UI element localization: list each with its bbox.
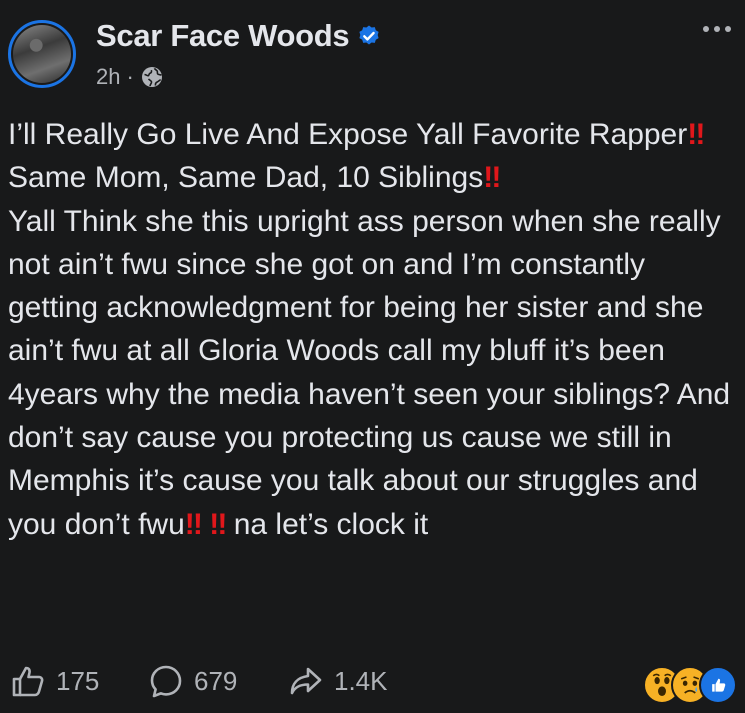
post-text-segment: [201, 508, 209, 541]
post-meta: 2h ·: [96, 64, 164, 90]
comment-icon: [150, 665, 182, 698]
more-dot: [703, 26, 709, 32]
double-exclamation-emoji: ‼: [209, 507, 227, 541]
author-name[interactable]: Scar Face Woods: [96, 18, 350, 54]
author-name-row: Scar Face Woods: [96, 18, 381, 54]
like-reaction-icon: [699, 666, 737, 704]
post-time[interactable]: 2h: [96, 64, 120, 90]
reaction-summary[interactable]: [643, 666, 737, 704]
like-count: 175: [56, 665, 100, 696]
double-exclamation-emoji: ‼: [687, 118, 705, 151]
more-dot: [714, 26, 720, 32]
post-text-segment: I’ll Really Go Live And Expose Yall Favo…: [8, 118, 688, 151]
more-options-button[interactable]: [703, 26, 731, 32]
post-text-segment: na let’s clock it: [225, 507, 429, 541]
profile-photo: [13, 25, 71, 83]
avatar[interactable]: [8, 20, 76, 88]
action-bar: 175 679 1.4K: [0, 655, 745, 707]
post-body: I’ll Really Go Live And Expose Yall Favo…: [8, 113, 733, 546]
double-exclamation-emoji: ‼: [184, 507, 203, 541]
verified-badge-icon: [359, 25, 379, 45]
share-button[interactable]: 1.4K: [288, 663, 388, 699]
comment-count: 679: [194, 665, 238, 696]
meta-separator: ·: [126, 64, 134, 89]
share-count: 1.4K: [334, 665, 388, 696]
like-button[interactable]: 175: [10, 663, 99, 699]
globe-icon[interactable]: [140, 65, 164, 89]
more-dot: [725, 26, 731, 32]
share-icon: [290, 667, 322, 695]
thumbs-up-icon: [12, 666, 44, 697]
post-header: Scar Face Woods 2h ·: [0, 0, 745, 100]
post-text-segment: Yall Think she this upright ass person w…: [8, 204, 731, 541]
double-exclamation-emoji: ‼: [483, 161, 501, 195]
comment-button[interactable]: 679: [148, 663, 237, 699]
